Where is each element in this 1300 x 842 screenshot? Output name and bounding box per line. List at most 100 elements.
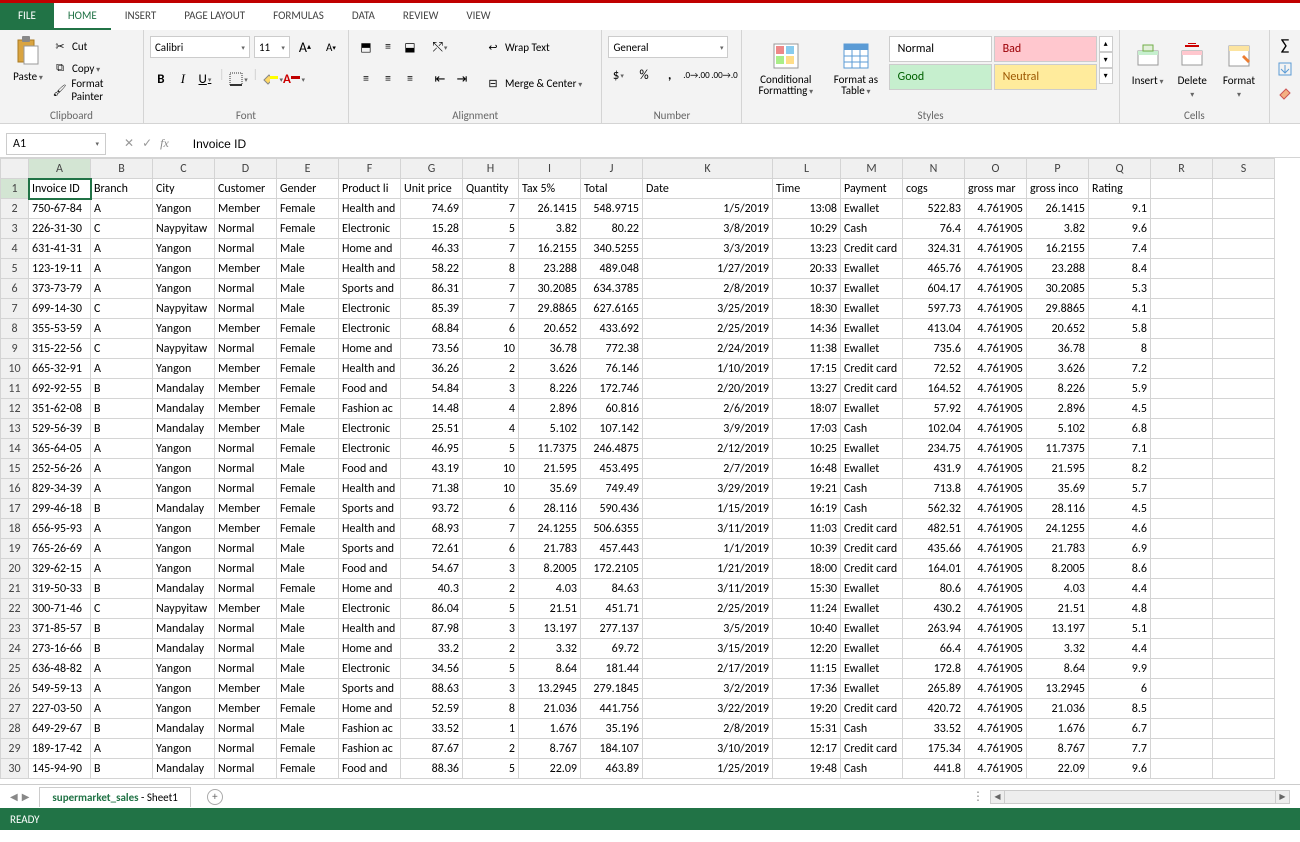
cell[interactable]: Health and <box>339 359 401 379</box>
align-left-button[interactable]: ≡ <box>355 68 377 90</box>
cell[interactable]: 1.676 <box>519 719 581 739</box>
cell[interactable]: 102.04 <box>903 419 965 439</box>
cell[interactable]: 14.48 <box>401 399 463 419</box>
cell[interactable]: gross inco <box>1027 179 1089 199</box>
style-neutral[interactable]: Neutral <box>994 64 1097 90</box>
cell[interactable]: Female <box>277 339 339 359</box>
cell[interactable]: 93.72 <box>401 499 463 519</box>
cell[interactable]: Female <box>277 199 339 219</box>
cell[interactable]: 13.197 <box>519 619 581 639</box>
cell[interactable]: A <box>91 239 153 259</box>
cell[interactable]: 529-56-39 <box>29 419 91 439</box>
cell[interactable]: 7.2 <box>1089 359 1151 379</box>
horizontal-scrollbar[interactable]: ◀ ▶ <box>990 790 1290 804</box>
cell[interactable]: Credit card <box>841 539 903 559</box>
cell[interactable]: 234.75 <box>903 439 965 459</box>
border-button[interactable]: ▾ <box>227 68 249 90</box>
cell[interactable]: 8 <box>463 259 519 279</box>
cell[interactable]: 26.1415 <box>1027 199 1089 219</box>
cell[interactable]: Yangon <box>153 359 215 379</box>
cell[interactable]: 431.9 <box>903 459 965 479</box>
cell[interactable]: 3/5/2019 <box>643 619 773 639</box>
autosum-button[interactable]: ∑ <box>1274 34 1296 56</box>
cell[interactable]: Female <box>277 699 339 719</box>
cell[interactable]: gross mar <box>965 179 1027 199</box>
cell[interactable]: 506.6355 <box>581 519 643 539</box>
cell[interactable] <box>1213 179 1275 199</box>
cell[interactable]: 8.5 <box>1089 699 1151 719</box>
cell[interactable]: 6.7 <box>1089 719 1151 739</box>
cell[interactable]: 227-03-50 <box>29 699 91 719</box>
cell[interactable]: 4 <box>463 399 519 419</box>
cell[interactable]: 21.036 <box>1027 699 1089 719</box>
cell[interactable]: A <box>91 279 153 299</box>
cell[interactable]: 365-64-05 <box>29 439 91 459</box>
cell[interactable]: 11:38 <box>773 339 841 359</box>
increase-indent-button[interactable]: ⇥ <box>451 68 473 90</box>
cell[interactable]: 226-31-30 <box>29 219 91 239</box>
cell[interactable]: 8 <box>1089 339 1151 359</box>
cell[interactable]: 3/2/2019 <box>643 679 773 699</box>
cell[interactable]: 590.436 <box>581 499 643 519</box>
cell[interactable]: B <box>91 719 153 739</box>
cell[interactable]: Yangon <box>153 319 215 339</box>
cell[interactable]: 33.52 <box>401 719 463 739</box>
cell[interactable]: 20.652 <box>519 319 581 339</box>
cell[interactable] <box>1213 699 1275 719</box>
cell[interactable]: 4.4 <box>1089 639 1151 659</box>
cell[interactable]: 10:40 <box>773 619 841 639</box>
cell[interactable]: 33.52 <box>903 719 965 739</box>
cell[interactable]: 373-73-79 <box>29 279 91 299</box>
cell[interactable]: Male <box>277 539 339 559</box>
cell[interactable]: 3/25/2019 <box>643 299 773 319</box>
cell[interactable]: 3/22/2019 <box>643 699 773 719</box>
cell[interactable]: 21.783 <box>519 539 581 559</box>
cell[interactable]: 19:20 <box>773 699 841 719</box>
cell[interactable]: Mandalay <box>153 619 215 639</box>
merge-center-button[interactable]: ⊟ Merge & Center <box>485 72 582 94</box>
cell[interactable]: C <box>91 339 153 359</box>
cell[interactable]: Normal <box>215 539 277 559</box>
cell[interactable]: 8.226 <box>1027 379 1089 399</box>
align-top-button[interactable]: ⬒ <box>355 36 377 58</box>
cell[interactable]: 246.4875 <box>581 439 643 459</box>
fx-icon[interactable]: fx <box>160 136 169 151</box>
cell[interactable]: Female <box>277 219 339 239</box>
col-header-H[interactable]: H <box>463 159 519 179</box>
cell[interactable]: Sports and <box>339 279 401 299</box>
cell[interactable]: Fashion ac <box>339 739 401 759</box>
cell[interactable]: 4.03 <box>1027 579 1089 599</box>
cell[interactable]: 3.82 <box>1027 219 1089 239</box>
cell[interactable]: 18:00 <box>773 559 841 579</box>
cell[interactable]: 16:48 <box>773 459 841 479</box>
delete-cells-button[interactable]: Delete <box>1170 36 1215 104</box>
cell[interactable]: 16.2155 <box>1027 239 1089 259</box>
cell[interactable]: Branch <box>91 179 153 199</box>
cell[interactable]: Naypyitaw <box>153 599 215 619</box>
row-header[interactable]: 19 <box>1 539 29 559</box>
cell[interactable]: 8.64 <box>1027 659 1089 679</box>
cell[interactable]: Naypyitaw <box>153 299 215 319</box>
cell[interactable]: 76.146 <box>581 359 643 379</box>
row-header[interactable]: 24 <box>1 639 29 659</box>
cell[interactable]: Cash <box>841 419 903 439</box>
name-box[interactable]: A1 ▾ <box>6 133 106 155</box>
accounting-format-button[interactable]: $▾ <box>608 64 628 86</box>
cell[interactable]: 58.22 <box>401 259 463 279</box>
cell[interactable]: 2/6/2019 <box>643 399 773 419</box>
cell[interactable]: Health and <box>339 479 401 499</box>
style-bad[interactable]: Bad <box>994 36 1097 62</box>
cell[interactable]: 9.1 <box>1089 199 1151 219</box>
cell[interactable]: 43.19 <box>401 459 463 479</box>
cell[interactable]: 68.84 <box>401 319 463 339</box>
cell[interactable]: A <box>91 559 153 579</box>
cell[interactable]: C <box>91 599 153 619</box>
cell[interactable] <box>1213 199 1275 219</box>
cell[interactable]: Male <box>277 599 339 619</box>
cell[interactable]: 7 <box>463 199 519 219</box>
cell[interactable]: 54.67 <box>401 559 463 579</box>
cell[interactable]: Fashion ac <box>339 719 401 739</box>
cell[interactable]: Credit card <box>841 519 903 539</box>
cell[interactable]: 172.2105 <box>581 559 643 579</box>
cell[interactable]: 1/5/2019 <box>643 199 773 219</box>
